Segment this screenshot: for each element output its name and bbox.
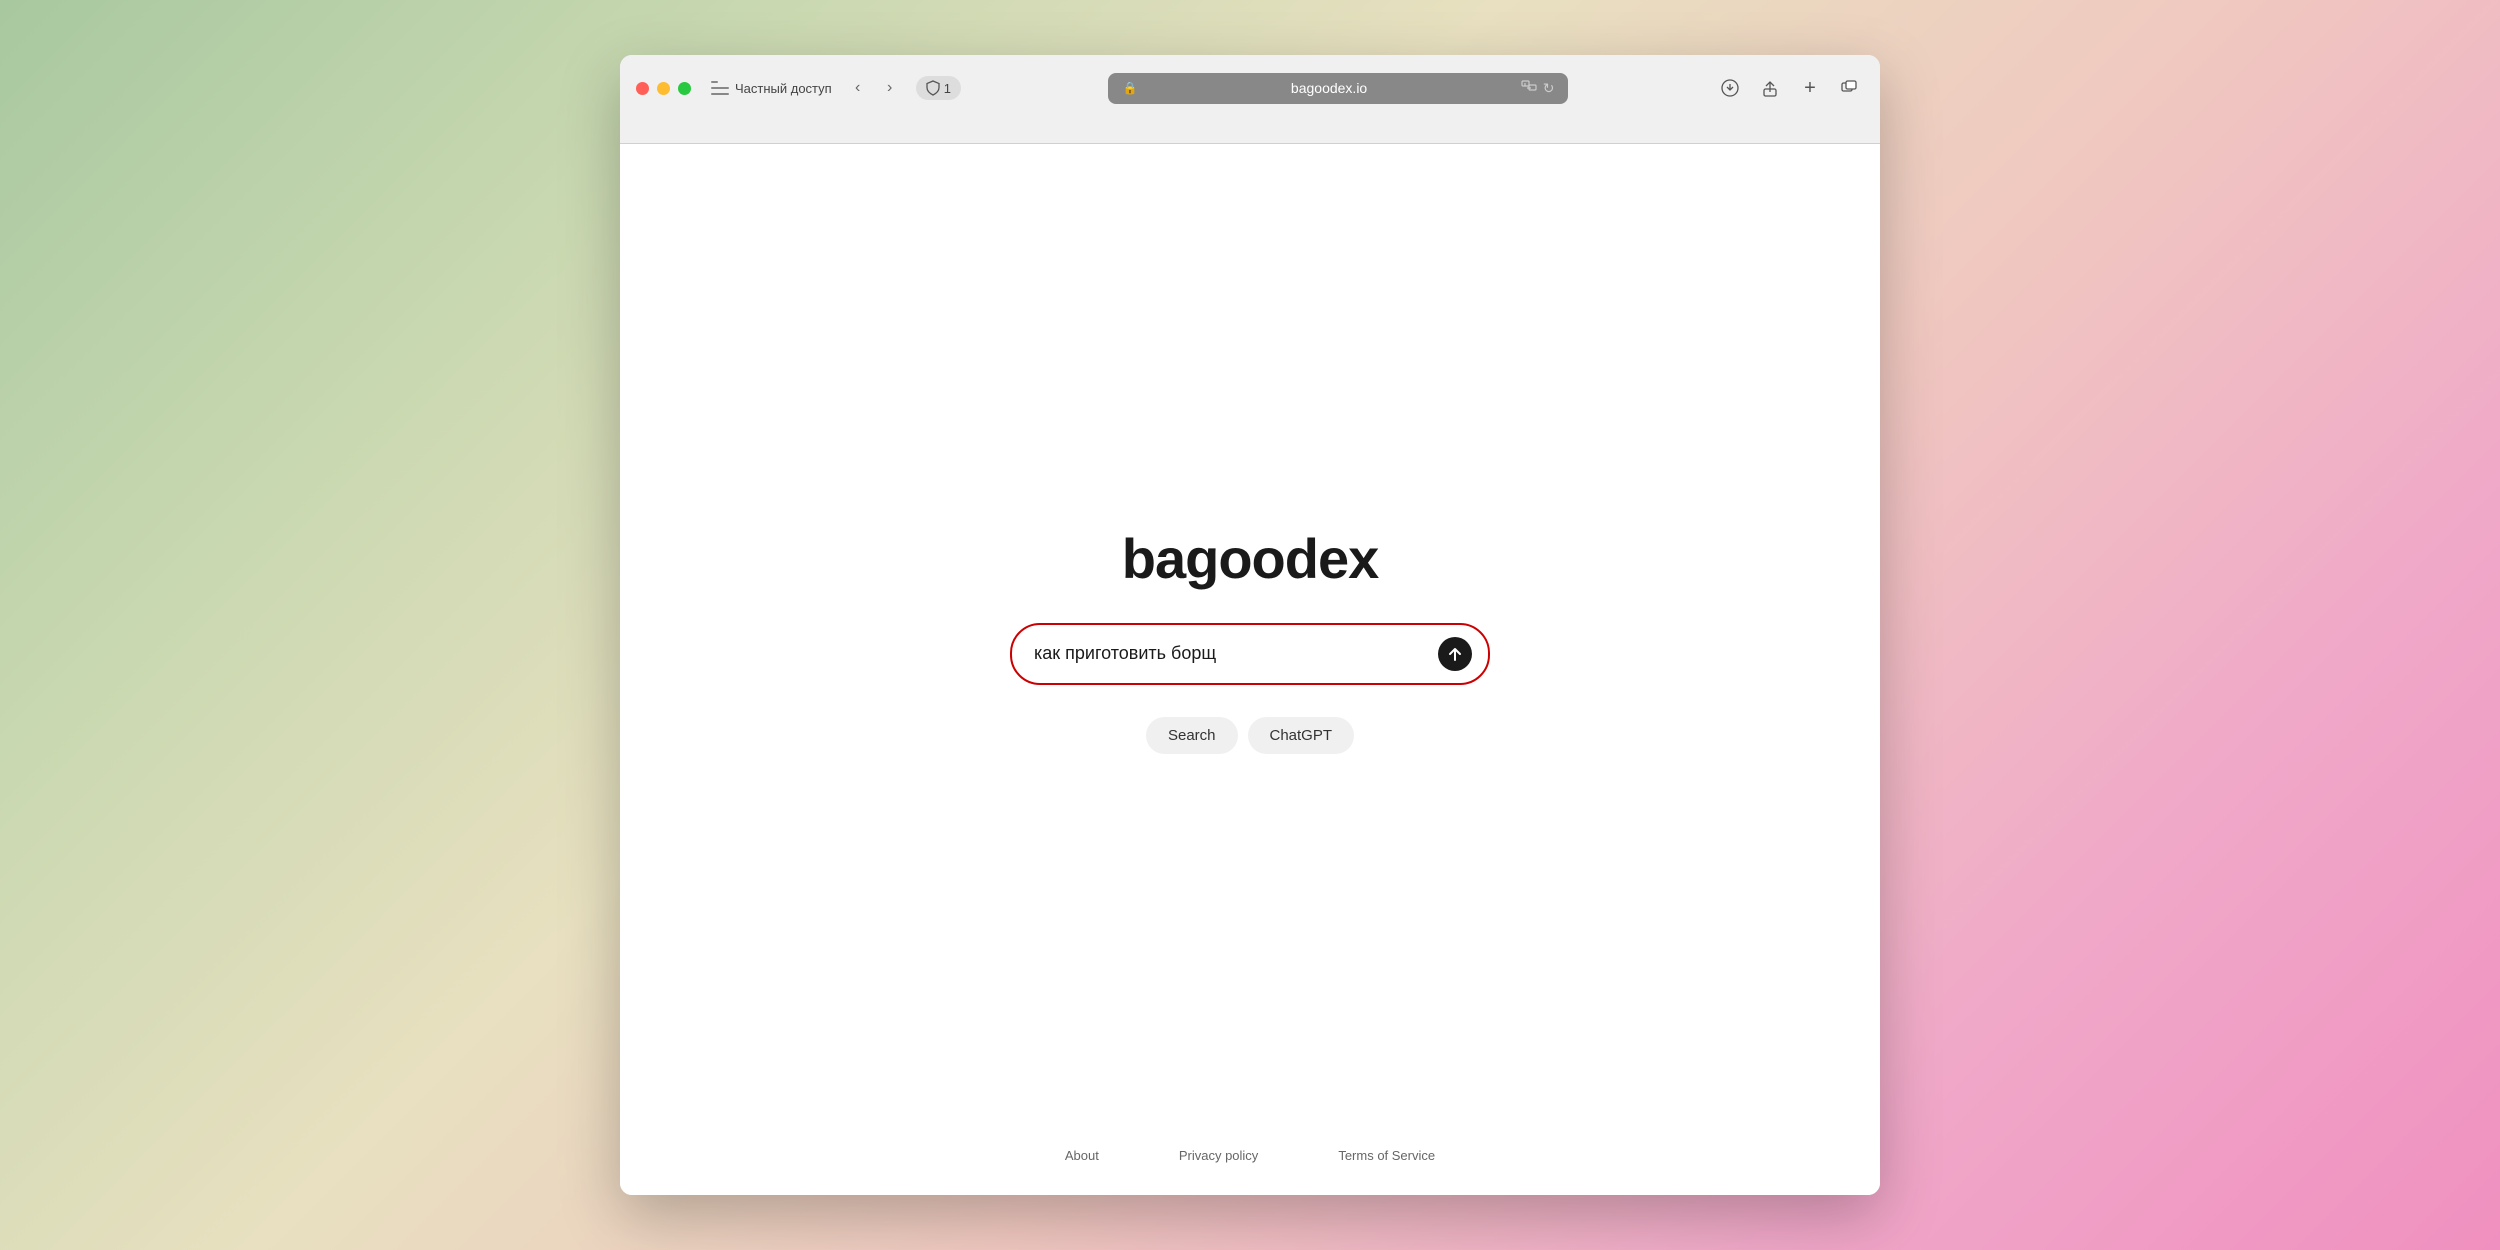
page-footer: About Privacy policy Terms of Service	[1065, 1148, 1435, 1163]
plus-icon: +	[1804, 77, 1816, 100]
privacy-policy-link[interactable]: Privacy policy	[1179, 1148, 1258, 1163]
new-tab-button[interactable]: +	[1796, 74, 1824, 102]
browser-actions: +	[1716, 74, 1864, 102]
download-button[interactable]	[1716, 74, 1744, 102]
search-button[interactable]: Search	[1146, 717, 1238, 754]
search-buttons: Search ChatGPT	[1146, 717, 1354, 754]
search-input-wrapper	[1010, 623, 1490, 685]
fullscreen-button[interactable]	[678, 82, 691, 95]
browser-chrome: Частный доступ ‹ › 1 �	[620, 55, 1880, 144]
forward-button[interactable]: ›	[876, 74, 904, 102]
minimize-button[interactable]	[657, 82, 670, 95]
site-logo: bagoodex	[1122, 526, 1378, 591]
arrow-up-icon	[1447, 646, 1463, 662]
browser-tabs	[620, 107, 1880, 143]
sidebar-icon	[711, 81, 729, 95]
share-button[interactable]	[1756, 74, 1784, 102]
sidebar-toggle[interactable]: Частный доступ	[711, 81, 832, 96]
chatgpt-button[interactable]: ChatGPT	[1248, 717, 1355, 754]
address-bar-container: 🔒 bagoodex.io ↻	[973, 73, 1704, 104]
traffic-lights	[636, 82, 691, 95]
shield-count: 1	[944, 81, 951, 96]
back-arrow-icon: ‹	[855, 79, 860, 97]
about-link[interactable]: About	[1065, 1148, 1099, 1163]
terms-of-service-link[interactable]: Terms of Service	[1338, 1148, 1435, 1163]
browser-window: Частный доступ ‹ › 1 �	[620, 55, 1880, 1195]
nav-buttons: ‹ ›	[844, 74, 904, 102]
lock-icon: 🔒	[1122, 81, 1137, 95]
tabs-button[interactable]	[1836, 74, 1864, 102]
back-button[interactable]: ‹	[844, 74, 872, 102]
search-container	[1010, 623, 1490, 685]
search-input[interactable]	[1034, 643, 1438, 664]
translate-icon[interactable]	[1521, 80, 1537, 97]
reload-icon[interactable]: ↻	[1543, 80, 1555, 97]
shield-badge[interactable]: 1	[916, 76, 961, 100]
main-content: bagoodex Search ChatGPT	[1010, 526, 1490, 754]
address-bar[interactable]: 🔒 bagoodex.io ↻	[1108, 73, 1568, 104]
url-text: bagoodex.io	[1143, 80, 1514, 96]
page-content: bagoodex Search ChatGPT A	[620, 144, 1880, 1195]
private-label: Частный доступ	[735, 81, 832, 96]
browser-titlebar: Частный доступ ‹ › 1 �	[620, 55, 1880, 107]
shield-icon	[926, 80, 940, 96]
forward-arrow-icon: ›	[887, 79, 892, 97]
close-button[interactable]	[636, 82, 649, 95]
search-submit-button[interactable]	[1438, 637, 1472, 671]
